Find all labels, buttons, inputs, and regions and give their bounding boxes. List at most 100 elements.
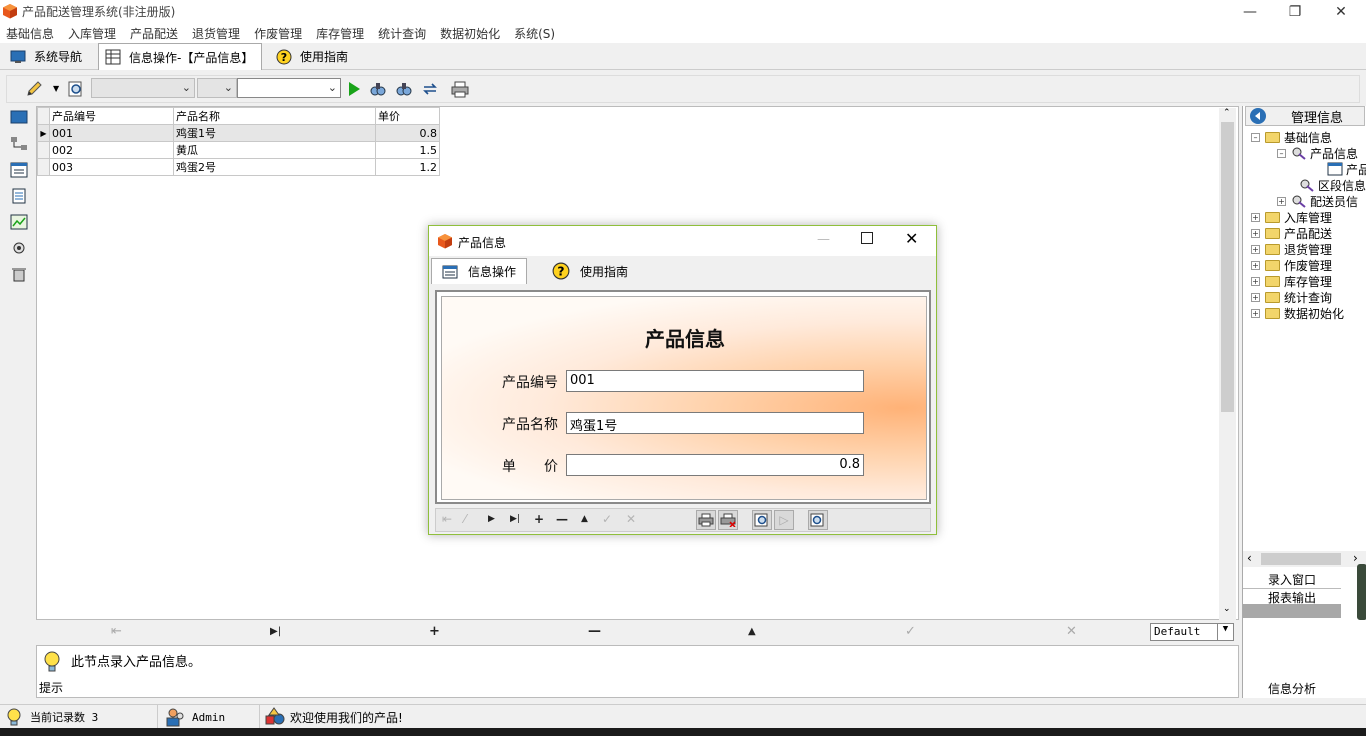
menu-void[interactable]: 作废管理: [248, 23, 310, 43]
menu-delivery[interactable]: 产品配送: [124, 23, 186, 43]
back-arrow-icon[interactable]: [1249, 107, 1267, 125]
menu-returns[interactable]: 退货管理: [186, 23, 248, 43]
prior-record-icon[interactable]: ⁄: [464, 512, 466, 526]
tree-node-folder[interactable]: + 库存管理: [1251, 273, 1332, 289]
tab-info-operation[interactable]: 信息操作-【产品信息】: [98, 43, 262, 70]
post-record-icon[interactable]: ✓: [602, 512, 612, 526]
collapse-icon[interactable]: –: [1277, 148, 1286, 158]
menu-data-init[interactable]: 数据初始化: [434, 23, 508, 43]
field-combo[interactable]: ⌄: [91, 78, 195, 98]
settings-icon[interactable]: [10, 240, 28, 256]
first-record-icon[interactable]: ⇤: [442, 512, 452, 526]
expand-icon[interactable]: +: [1251, 292, 1260, 302]
network-icon[interactable]: [10, 136, 28, 152]
expand-icon[interactable]: +: [1251, 260, 1260, 270]
find-record-button[interactable]: [65, 78, 87, 100]
info-analysis-button[interactable]: 信息分析: [1243, 679, 1341, 697]
add-record-icon[interactable]: +: [534, 512, 544, 526]
dialog-close-button[interactable]: ✕: [905, 229, 918, 248]
scroll-right-icon[interactable]: ›: [1353, 551, 1358, 565]
cell-price[interactable]: 1.5: [375, 141, 440, 159]
scroll-up-icon[interactable]: ⌃: [1223, 108, 1231, 118]
dialog-tab-guide[interactable]: ? 使用指南: [541, 258, 639, 284]
dropdown-arrow-icon[interactable]: ▼: [53, 84, 59, 93]
value-combo[interactable]: ⌄: [237, 78, 341, 98]
tree-node-folder[interactable]: + 统计查询: [1251, 289, 1332, 305]
cell-price[interactable]: 1.2: [375, 158, 440, 176]
tree-node-courier[interactable]: + 配送员信: [1277, 193, 1358, 209]
cancel-record-icon[interactable]: ✕: [626, 512, 636, 526]
search-people-button[interactable]: [367, 78, 389, 100]
cancel-record-icon[interactable]: ✕: [1066, 624, 1077, 639]
menu-inventory[interactable]: 库存管理: [310, 23, 372, 43]
next-page-button[interactable]: ▷: [774, 510, 794, 530]
refresh-button[interactable]: [419, 78, 441, 100]
menu-statistics[interactable]: 统计查询: [372, 23, 434, 43]
menu-basic-info[interactable]: 基础信息: [0, 23, 62, 43]
trash-icon[interactable]: [10, 266, 28, 282]
product-id-field[interactable]: 001: [566, 370, 864, 392]
collapse-icon[interactable]: –: [1251, 132, 1260, 142]
expand-icon[interactable]: +: [1251, 244, 1260, 254]
product-name-field[interactable]: 鸡蛋1号: [566, 412, 864, 434]
last-record-icon[interactable]: ▶|: [510, 514, 520, 524]
minimize-button[interactable]: —: [1227, 0, 1273, 23]
panel-header[interactable]: 管理信息: [1245, 106, 1365, 126]
dialog-tab-info[interactable]: 信息操作: [431, 258, 528, 284]
delete-record-icon[interactable]: —: [556, 512, 568, 526]
next-record-icon[interactable]: ▶: [488, 514, 495, 524]
edit-record-icon[interactable]: ▲: [581, 514, 588, 524]
vertical-scrollbar[interactable]: ⌃ ⌄: [1219, 108, 1236, 620]
tree-node-basic[interactable]: – 基础信息: [1251, 129, 1332, 145]
preview-button[interactable]: [752, 510, 772, 530]
menu-stock-in[interactable]: 入库管理: [62, 23, 124, 43]
tree-node-product-child[interactable]: 产品: [1327, 161, 1366, 177]
restore-button[interactable]: ❐: [1272, 0, 1318, 23]
entry-window-button[interactable]: 录入窗口: [1243, 570, 1341, 588]
expand-icon[interactable]: +: [1251, 228, 1260, 238]
expand-icon[interactable]: +: [1251, 212, 1260, 222]
print-button[interactable]: [696, 510, 716, 530]
tree-node-folder[interactable]: + 数据初始化: [1251, 305, 1344, 321]
print-delete-button[interactable]: [718, 510, 738, 530]
table-row[interactable]: ▶ 001 鸡蛋1号 0.8: [37, 124, 440, 142]
scroll-thumb[interactable]: [1221, 122, 1234, 412]
tree-node-folder[interactable]: + 产品配送: [1251, 225, 1332, 241]
menu-system[interactable]: 系统(S): [508, 23, 563, 43]
list-window-icon[interactable]: [10, 162, 28, 178]
search-next-button[interactable]: [393, 78, 415, 100]
monitor-icon[interactable]: [10, 110, 28, 126]
expand-icon[interactable]: +: [1251, 308, 1260, 318]
post-record-icon[interactable]: ✓: [905, 624, 916, 639]
operator-combo[interactable]: ⌄: [197, 78, 237, 98]
column-header-name[interactable]: 产品名称: [173, 107, 376, 125]
cell-id[interactable]: 001: [49, 124, 174, 142]
tree-node-segment[interactable]: 区段信息: [1299, 177, 1366, 193]
scroll-down-icon[interactable]: ⌄: [1223, 604, 1231, 614]
cell-price[interactable]: 0.8: [375, 124, 440, 142]
cell-name[interactable]: 鸡蛋1号: [173, 124, 376, 142]
expand-icon[interactable]: +: [1277, 196, 1286, 206]
chevron-down-icon[interactable]: ▼: [1217, 624, 1233, 640]
side-handle[interactable]: [1357, 564, 1366, 620]
delete-record-icon[interactable]: —: [588, 624, 601, 639]
cell-id[interactable]: 003: [49, 158, 174, 176]
find-button[interactable]: [808, 510, 828, 530]
add-record-icon[interactable]: +: [429, 624, 440, 639]
print-button[interactable]: [449, 78, 471, 100]
chart-icon[interactable]: [10, 214, 28, 230]
first-record-icon[interactable]: ⇤: [111, 624, 122, 639]
scroll-thumb[interactable]: [1261, 553, 1341, 565]
edit-record-icon[interactable]: ▲: [748, 626, 756, 637]
table-row[interactable]: 002 黄瓜 1.5: [37, 141, 440, 159]
close-button[interactable]: ✕: [1318, 0, 1364, 23]
tree-node-folder[interactable]: + 入库管理: [1251, 209, 1332, 225]
tab-system-nav[interactable]: 系统导航: [4, 43, 88, 70]
table-row[interactable]: 003 鸡蛋2号 1.2: [37, 158, 440, 176]
tree-node-folder[interactable]: + 退货管理: [1251, 241, 1332, 257]
column-header-id[interactable]: 产品编号: [49, 107, 174, 125]
dialog-maximize-button[interactable]: [861, 232, 873, 244]
scroll-left-icon[interactable]: ‹: [1247, 551, 1252, 565]
edit-pencil-button[interactable]: [23, 78, 45, 100]
last-record-icon[interactable]: ▶|: [270, 626, 281, 637]
